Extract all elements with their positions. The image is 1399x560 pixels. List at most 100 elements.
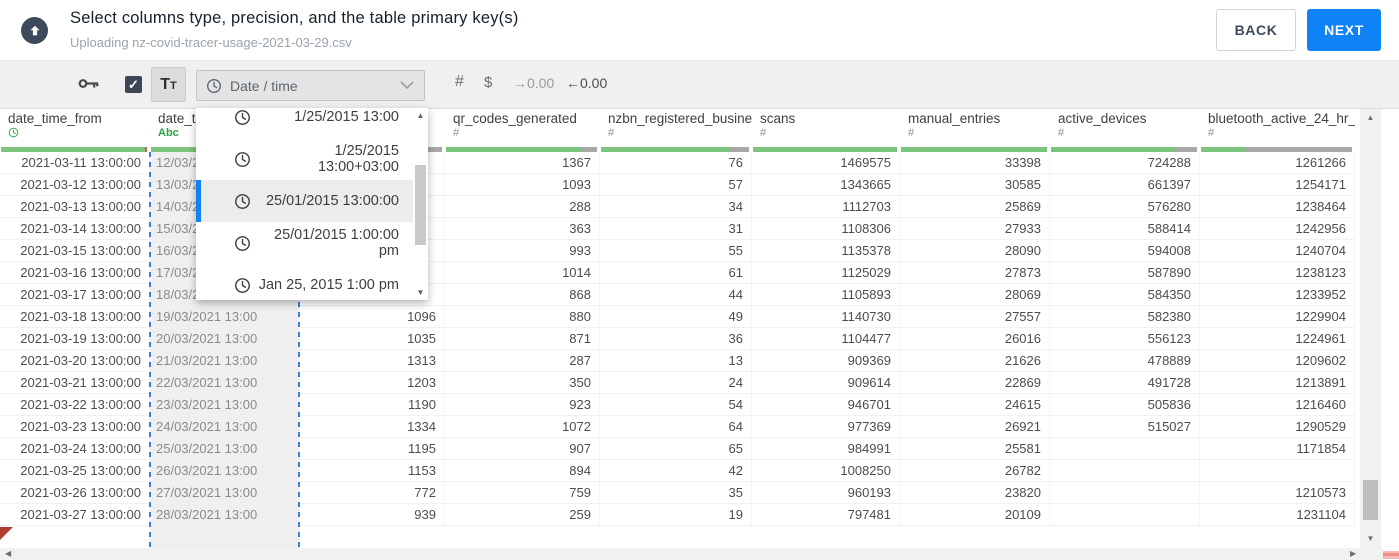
selected-column-dashed-border-left	[149, 152, 151, 548]
date-format-option[interactable]: Jan 25, 2015 1:00 pm	[196, 264, 413, 300]
table-cell: 55	[600, 240, 752, 262]
dropdown-scrollbar[interactable]: ▲ ▼	[413, 108, 428, 300]
table-cell: 1014	[445, 262, 600, 284]
date-format-option[interactable]: 1/25/2015 13:00	[196, 108, 413, 138]
table-cell: 582380	[1050, 306, 1200, 328]
table-cell: 984991	[752, 438, 900, 460]
number-type-icon[interactable]: #	[455, 73, 464, 91]
table-cell: 2021-03-22 13:00:00	[0, 394, 150, 416]
decimal-increase-icon[interactable]: →0.00	[513, 75, 554, 91]
next-button[interactable]: NEXT	[1307, 9, 1381, 51]
column-name: nzbn_registered_busine	[608, 111, 752, 126]
horizontal-scrollbar[interactable]: ◀ ▶	[0, 548, 1383, 560]
table-cell: 584350	[1050, 284, 1200, 306]
datetime-type-select[interactable]: Date / time	[196, 70, 425, 101]
table-cell: 27873	[900, 262, 1050, 284]
table-row: 2021-03-18 13:00:00 19/03/2021 13:00 1096 8…	[0, 306, 1355, 328]
scroll-up-arrow[interactable]: ▲	[413, 111, 428, 120]
table-cell: 26/03/2021 13:00	[150, 460, 300, 482]
table-cell: 2021-03-18 13:00:00	[0, 306, 150, 328]
table-cell: 34	[600, 196, 752, 218]
column-header[interactable]: manual_entries #	[900, 108, 1050, 152]
table-cell: 28090	[900, 240, 1050, 262]
column-header[interactable]: qr_codes_generated #	[445, 108, 600, 152]
page-header: Select columns type, precision, and the …	[0, 0, 1399, 61]
table-cell	[1050, 438, 1200, 460]
table-cell: 61	[600, 262, 752, 284]
scrollbar-thumb[interactable]	[1363, 480, 1378, 520]
table-cell: 2021-03-24 13:00:00	[0, 438, 150, 460]
page-title: Select columns type, precision, and the …	[70, 9, 519, 27]
primary-key-icon[interactable]	[78, 76, 100, 96]
table-cell: 57	[600, 174, 752, 196]
table-cell: 26016	[900, 328, 1050, 350]
table-cell: 2021-03-14 13:00:00	[0, 218, 150, 240]
column-header[interactable]: active_devices #	[1050, 108, 1200, 152]
text-type-button[interactable]: Tt	[151, 67, 186, 102]
table-cell: 977369	[752, 416, 900, 438]
table-cell: 1343665	[752, 174, 900, 196]
column-header[interactable]: nzbn_registered_busine #	[600, 108, 752, 152]
csv-upload-column-config-screen: Select columns type, precision, and the …	[0, 0, 1399, 560]
table-cell: 1135378	[752, 240, 900, 262]
table-cell: 576280	[1050, 196, 1200, 218]
table-cell: 1254171	[1200, 174, 1355, 196]
date-format-dropdown: 1/25/2015 13:00 1/25/2015 13:00+03:00 25/0…	[196, 108, 428, 300]
column-name: manual_entries	[908, 111, 1001, 126]
table-cell: 993	[445, 240, 600, 262]
scroll-up-arrow[interactable]: ▲	[1360, 113, 1381, 122]
column-name: qr_codes_generated	[453, 111, 577, 126]
table-cell: 20109	[900, 504, 1050, 526]
scroll-right-arrow[interactable]: ▶	[1350, 548, 1356, 560]
table-cell: 1229904	[1200, 306, 1355, 328]
table-cell: 1334	[300, 416, 445, 438]
table-row: 2021-03-26 13:00:00 27/03/2021 13:00 772 75…	[0, 482, 1355, 504]
currency-type-icon[interactable]: $	[484, 74, 492, 91]
scrollbar-thumb[interactable]	[415, 165, 426, 245]
table-cell: 1190	[300, 394, 445, 416]
date-format-label: 25/01/2015 1:00:00 pm	[274, 227, 399, 259]
scroll-down-arrow[interactable]: ▼	[1360, 534, 1381, 543]
table-cell: 1008250	[752, 460, 900, 482]
table-cell: 22/03/2021 13:00	[150, 372, 300, 394]
table-cell: 1469575	[752, 152, 900, 174]
table-cell: 505836	[1050, 394, 1200, 416]
date-format-label: Jan 25, 2015 1:00 pm	[258, 277, 399, 293]
back-button[interactable]: BACK	[1216, 9, 1296, 51]
table-cell: 1242956	[1200, 218, 1355, 240]
table-cell: 1096	[300, 306, 445, 328]
chevron-down-icon	[400, 81, 414, 90]
decimal-decrease-icon[interactable]: ←0.00	[566, 75, 607, 91]
table-row: 2021-03-23 13:00:00 24/03/2021 13:00 1334 1…	[0, 416, 1355, 438]
table-cell: 1093	[445, 174, 600, 196]
error-marker-triangle	[0, 527, 13, 540]
column-type-indicator: #	[453, 127, 460, 139]
date-format-option[interactable]: 1/25/2015 13:00+03:00	[196, 138, 413, 180]
table-cell: 1233952	[1200, 284, 1355, 306]
clock-icon	[206, 78, 222, 94]
column-header[interactable]: bluetooth_active_24_hr_ #	[1200, 108, 1355, 152]
boolean-type-checkbox[interactable]: ✓	[125, 76, 142, 93]
scroll-down-arrow[interactable]: ▼	[413, 288, 428, 297]
column-type-indicator: #	[760, 127, 767, 139]
column-header[interactable]: scans #	[752, 108, 900, 152]
date-format-option[interactable]: 25/01/2015 1:00:00 pm	[196, 222, 413, 264]
table-cell: 26921	[900, 416, 1050, 438]
table-cell: 871	[445, 328, 600, 350]
table-cell: 1112703	[752, 196, 900, 218]
date-format-option[interactable]: 25/01/2015 13:00:00	[196, 180, 413, 222]
table-cell: 2021-03-20 13:00:00	[0, 350, 150, 372]
datetime-select-value: Date / time	[230, 77, 298, 94]
column-name: active_devices	[1058, 111, 1147, 126]
table-cell	[1050, 482, 1200, 504]
column-header[interactable]: date_time_from	[0, 108, 150, 152]
table-cell: 24	[600, 372, 752, 394]
table-cell: 907	[445, 438, 600, 460]
table-cell: 27/03/2021 13:00	[150, 482, 300, 504]
table-cell: 1216460	[1200, 394, 1355, 416]
vertical-scrollbar[interactable]: ▲ ▼	[1360, 108, 1381, 548]
table-cell: 21626	[900, 350, 1050, 372]
clock-icon	[234, 151, 251, 168]
table-cell: 1231104	[1200, 504, 1355, 526]
scroll-left-arrow[interactable]: ◀	[5, 548, 11, 560]
